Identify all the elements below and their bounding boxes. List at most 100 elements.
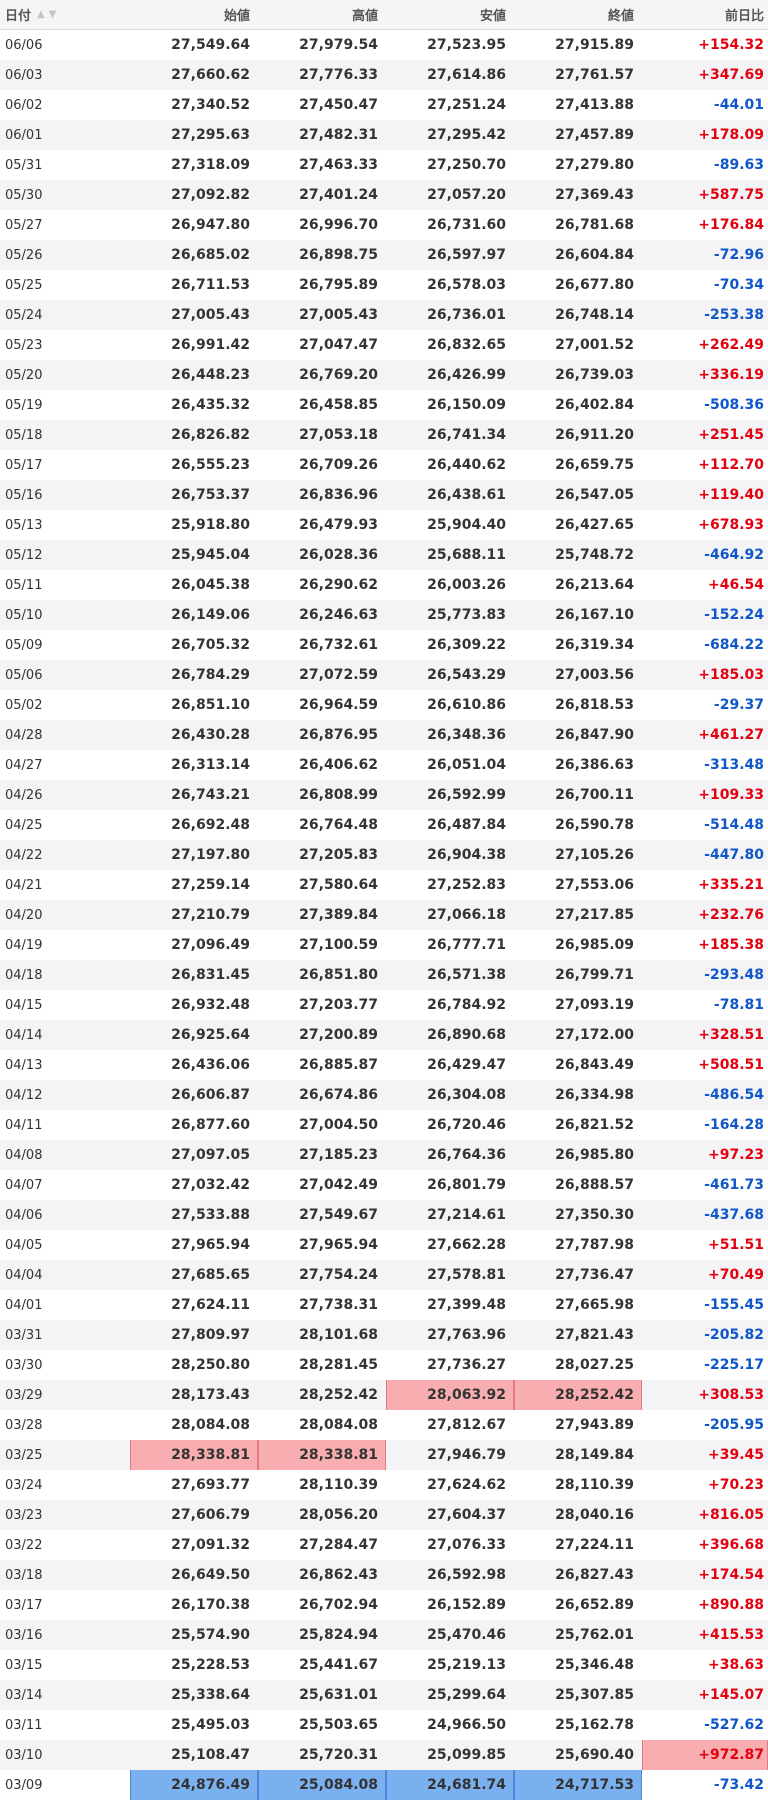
cell-close: 26,888.57 [555,1177,634,1193]
table-row: 04/07 27,032.42 27,042.49 26,801.79 26,888.5… [0,1170,768,1200]
sort-desc-icon[interactable]: ▼ [49,9,57,20]
header-date[interactable]: 日付 ▲ ▼ [0,0,130,30]
cell-close: 25,690.40 [555,1747,634,1763]
cell-change: -44.01 [713,97,764,113]
cell-change: -313.48 [704,757,764,773]
cell-change: -164.28 [704,1117,764,1133]
cell-open: 27,809.97 [171,1327,250,1343]
table-row: 05/16 26,753.37 26,836.96 26,438.61 26,547.0… [0,480,768,510]
cell-date: 03/18 [5,1567,43,1583]
cell-open: 26,925.64 [171,1027,250,1043]
cell-date: 05/06 [5,667,43,683]
cell-date: 03/17 [5,1597,43,1613]
cell-open: 26,606.87 [171,1087,250,1103]
header-high[interactable]: 高値 [258,0,386,30]
cell-close: 27,105.26 [555,847,634,863]
cell-change: -447.80 [704,847,764,863]
cell-close: 26,799.71 [555,967,634,983]
cell-low: 26,426.99 [427,367,506,383]
cell-close: 25,762.01 [555,1627,634,1643]
cell-open: 27,032.42 [171,1177,250,1193]
cell-open: 27,340.52 [171,97,250,113]
cell-close: 27,457.89 [555,127,634,143]
cell-change: +112.70 [698,457,764,473]
table-row: 04/22 27,197.80 27,205.83 26,904.38 27,105.2… [0,840,768,870]
cell-high: 26,769.20 [299,367,378,383]
cell-high: 27,776.33 [299,67,378,83]
table-row: 04/27 26,313.14 26,406.62 26,051.04 26,386.6… [0,750,768,780]
cell-high: 27,401.24 [299,187,378,203]
cell-change: -89.63 [713,157,764,173]
cell-high: 26,028.36 [299,547,378,563]
cell-date: 03/10 [5,1747,43,1763]
cell-date: 05/17 [5,457,43,473]
cell-high: 25,441.67 [299,1657,378,1673]
cell-close: 27,665.98 [555,1297,634,1313]
cell-low: 26,832.65 [427,337,506,353]
table-row: 05/30 27,092.82 27,401.24 27,057.20 27,369.4… [0,180,768,210]
cell-open: 27,624.11 [171,1297,250,1313]
cell-date: 04/20 [5,907,43,923]
cell-date: 05/30 [5,187,43,203]
header-open[interactable]: 始値 [130,0,258,30]
table-row: 03/18 26,649.50 26,862.43 26,592.98 26,827.4… [0,1560,768,1590]
cell-date: 04/08 [5,1147,43,1163]
cell-date: 03/30 [5,1357,43,1373]
cell-open: 27,318.09 [171,157,250,173]
cell-open: 27,295.63 [171,127,250,143]
table-row: 03/29 28,173.43 28,252.42 28,063.92 28,252.4… [0,1380,768,1410]
cell-low: 27,624.62 [427,1477,506,1493]
cell-change: -205.95 [704,1417,764,1433]
sort-asc-icon[interactable]: ▲ [37,9,45,20]
cell-open: 26,743.21 [171,787,250,803]
cell-date: 03/16 [5,1627,43,1643]
cell-close: 27,821.43 [555,1327,634,1343]
sort-toggle[interactable]: ▲ ▼ [37,9,56,20]
header-change[interactable]: 前日比 [642,0,768,30]
cell-change: +816.05 [698,1507,764,1523]
cell-close: 26,821.52 [555,1117,634,1133]
cell-date: 05/18 [5,427,43,443]
cell-date: 05/11 [5,577,43,593]
cell-change: +39.45 [707,1447,764,1463]
cell-change: -225.17 [704,1357,764,1373]
table-row: 04/26 26,743.21 26,808.99 26,592.99 26,700.1… [0,780,768,810]
cell-open: 25,945.04 [171,547,250,563]
cell-date: 06/01 [5,127,43,143]
cell-open: 28,338.81 [130,1440,258,1470]
table-header: 日付 ▲ ▼ 始値 高値 安値 終値 前日比 [0,0,768,30]
cell-change: -486.54 [704,1087,764,1103]
cell-high: 26,290.62 [299,577,378,593]
cell-low: 27,251.24 [427,97,506,113]
cell-open: 26,692.48 [171,817,250,833]
cell-high: 28,281.45 [299,1357,378,1373]
cell-low: 27,076.33 [427,1537,506,1553]
cell-open: 28,173.43 [171,1387,250,1403]
header-low[interactable]: 安値 [386,0,514,30]
table-row: 04/18 26,831.45 26,851.80 26,571.38 26,799.7… [0,960,768,990]
cell-high: 26,406.62 [299,757,378,773]
cell-change: +678.93 [698,517,764,533]
cell-change: +176.84 [698,217,764,233]
cell-high: 27,042.49 [299,1177,378,1193]
cell-high: 26,702.94 [299,1597,378,1613]
table-row: 05/12 25,945.04 26,028.36 25,688.11 25,748.7… [0,540,768,570]
table-row: 03/24 27,693.77 28,110.39 27,624.62 28,110.3… [0,1470,768,1500]
cell-high: 27,205.83 [299,847,378,863]
cell-change: +890.88 [698,1597,764,1613]
cell-low: 25,773.83 [427,607,506,623]
cell-high: 26,808.99 [299,787,378,803]
header-close[interactable]: 終値 [514,0,642,30]
cell-low: 26,543.29 [427,667,506,683]
table-body: 06/06 27,549.64 27,979.54 27,523.95 27,915.8… [0,30,768,1800]
cell-open: 26,711.53 [171,277,250,293]
cell-date: 05/31 [5,157,43,173]
cell-high: 27,185.23 [299,1147,378,1163]
cell-open: 26,826.82 [171,427,250,443]
cell-close: 27,003.56 [555,667,634,683]
cell-change: +508.51 [698,1057,764,1073]
cell-change: +185.03 [698,667,764,683]
cell-date: 06/02 [5,97,43,113]
cell-change: +51.51 [707,1237,764,1253]
cell-close: 27,093.19 [555,997,634,1013]
